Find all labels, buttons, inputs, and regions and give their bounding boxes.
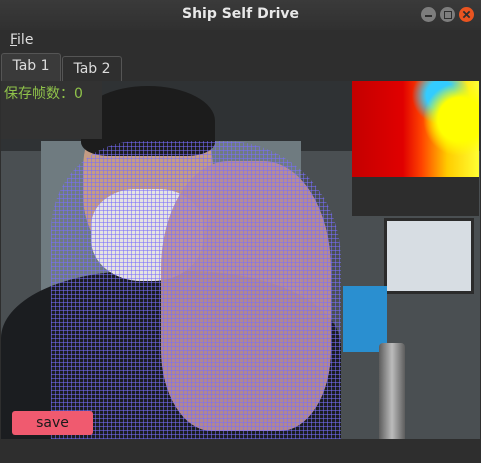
frame-counter-panel: 保存帧数：0 [1, 81, 102, 139]
app-window: Ship Self Drive File Tab 1 Tab 2 保存帧数：0 … [0, 0, 481, 463]
menu-file-mnemonic: F [10, 32, 18, 48]
menu-file[interactable]: File [10, 32, 33, 48]
maximize-button[interactable] [440, 7, 455, 22]
background-poster [384, 218, 474, 294]
tab-1[interactable]: Tab 1 [1, 53, 61, 81]
minimize-button[interactable] [421, 7, 436, 22]
bottom-bar [0, 439, 481, 463]
menu-bar: File [0, 30, 481, 52]
close-icon [462, 10, 471, 19]
close-button[interactable] [459, 7, 474, 22]
title-bar: Ship Self Drive [0, 0, 481, 30]
save-button[interactable]: save [12, 411, 93, 435]
frame-counter: 保存帧数：0 [4, 83, 83, 103]
tab-bar: Tab 1 Tab 2 [0, 52, 481, 82]
background-sign [343, 286, 387, 352]
hand-detection-overlay [51, 141, 341, 439]
menu-file-label: ile [17, 32, 34, 48]
frame-counter-value: 0 [74, 86, 83, 102]
maximize-icon [443, 10, 452, 19]
depth-map-image [352, 81, 479, 177]
depth-preview-panel [352, 81, 479, 216]
frame-counter-label: 保存帧数： [4, 86, 74, 102]
window-title: Ship Self Drive [181, 6, 300, 22]
tab-2[interactable]: Tab 2 [62, 56, 122, 82]
background-thermos [379, 343, 405, 439]
minimize-icon [425, 15, 432, 17]
